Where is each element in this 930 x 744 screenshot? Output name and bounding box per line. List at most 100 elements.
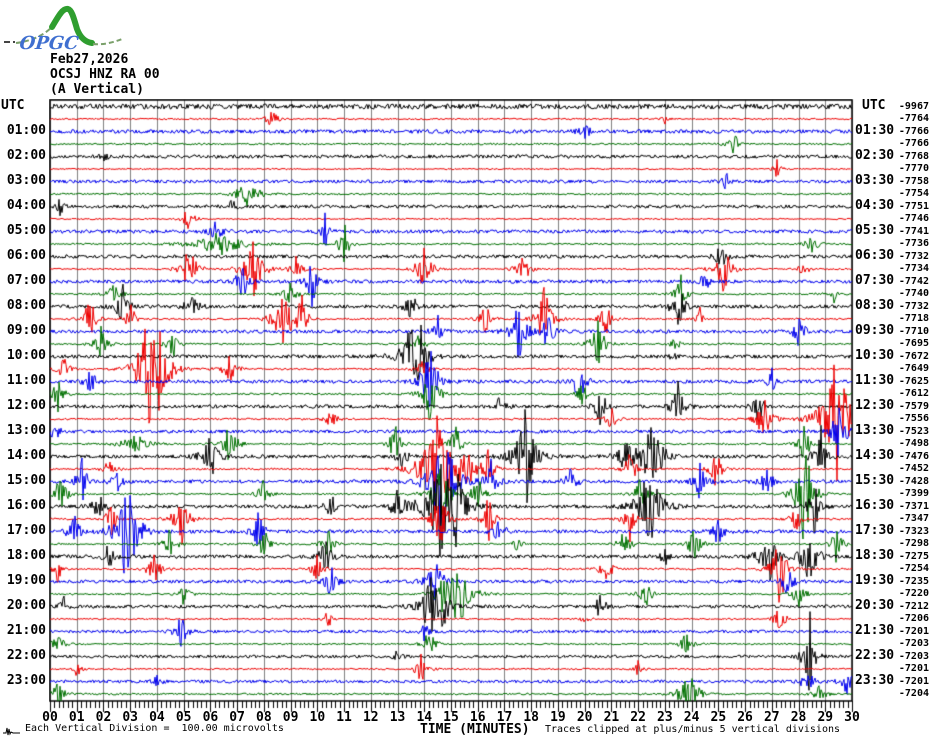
utc-label-left: UTC <box>1 97 25 113</box>
left-time-label: 21:00 <box>6 622 46 638</box>
right-time-label: 12:30 <box>855 397 895 413</box>
trace-bias-value: -7758 <box>898 175 929 187</box>
right-time-label: 14:30 <box>855 447 895 463</box>
header-station: OCSJ HNZ RA 00 <box>50 67 160 82</box>
trace-bias-value: -7734 <box>898 263 929 274</box>
trace-bias-value: -7201 <box>898 675 929 687</box>
header-date: Feb27,2026 <box>50 52 129 67</box>
right-time-label: 15:30 <box>855 472 895 488</box>
left-time-label: 12:00 <box>6 397 46 413</box>
trace-bias-value: -7695 <box>898 338 929 349</box>
trace-bias-value: -7347 <box>898 513 929 524</box>
x-axis-tick-label: 21 <box>603 710 620 725</box>
left-time-label: 15:00 <box>6 472 46 488</box>
trace-bias-value: -7672 <box>898 350 929 362</box>
x-axis-tick-label: 30 <box>844 710 860 725</box>
left-time-label: 23:00 <box>6 672 46 688</box>
helicorder-plot <box>49 99 855 715</box>
trace-bias-value: -7204 <box>898 688 929 699</box>
clip-note: Traces clipped at plus/minus 5 vertical … <box>545 724 841 735</box>
left-time-label: 09:00 <box>6 322 46 338</box>
right-time-label: 17:30 <box>855 522 895 538</box>
right-time-label: 01:30 <box>855 122 895 138</box>
x-axis-tick-label: 23 <box>657 710 673 725</box>
right-time-label: 16:30 <box>855 497 895 513</box>
logo-text: OPGC <box>19 33 81 54</box>
right-time-label: 18:30 <box>855 547 895 563</box>
trace-bias-value: -7476 <box>898 450 929 462</box>
trace-bias-value: -7768 <box>898 150 929 162</box>
trace-bias-value: -7212 <box>898 600 929 612</box>
right-time-label: 04:30 <box>855 197 895 213</box>
trace-bias-value: -7498 <box>898 438 929 449</box>
trace-bias-value: -7751 <box>898 200 929 212</box>
right-time-label: 21:30 <box>855 622 895 638</box>
trace-bias-value: -7399 <box>898 488 929 499</box>
trace-bias-value: -7625 <box>898 375 929 387</box>
right-time-label: 20:30 <box>855 597 895 613</box>
right-time-label: 23:30 <box>855 672 895 688</box>
x-axis-tick-label: 13 <box>389 710 406 725</box>
right-time-label: 10:30 <box>855 347 895 363</box>
x-axis-tick-label: 28 <box>790 710 807 725</box>
trace-bias-value: -7220 <box>898 588 929 599</box>
trace-bias-value: -7275 <box>898 550 929 562</box>
trace-bias-value: -7754 <box>898 188 929 199</box>
x-axis-title: TIME (MINUTES) <box>420 722 530 737</box>
left-time-label: 08:00 <box>6 297 46 313</box>
trace-bias-value: -7612 <box>898 388 929 399</box>
right-time-label: 19:30 <box>855 572 895 588</box>
trace-bias-value: -7523 <box>898 425 929 437</box>
left-time-label: 20:00 <box>6 597 46 613</box>
trace-bias-value: -7298 <box>898 538 929 549</box>
trace-bias-value: -7710 <box>898 325 929 337</box>
left-time-label: 01:00 <box>6 122 46 138</box>
trace-bias-value: -9967 <box>898 100 929 112</box>
right-time-label: 03:30 <box>855 172 895 188</box>
left-time-label: 04:00 <box>6 197 46 213</box>
utc-label-right: UTC <box>862 97 886 113</box>
right-time-label: 07:30 <box>855 272 895 288</box>
trace-bias-value: -7452 <box>898 463 929 474</box>
opgc-logo: OPGC <box>4 5 123 54</box>
vertical-division-note: Each Vertical Division = 100.00 microvol… <box>25 723 284 734</box>
left-time-label: 19:00 <box>6 572 46 588</box>
right-time-label: 09:30 <box>855 322 895 338</box>
right-time-label: 22:30 <box>855 647 895 663</box>
helicorder-page: OPGC Feb27,2026 OCSJ HNZ RA 00 (A Vertic… <box>0 0 930 744</box>
trace-bias-value: -7649 <box>898 363 929 374</box>
trace-bias-value: -7201 <box>898 663 929 674</box>
left-time-label: 05:00 <box>6 222 46 238</box>
right-time-label: 11:30 <box>855 372 895 388</box>
right-time-label: 06:30 <box>855 247 895 263</box>
left-time-label: 10:00 <box>6 347 46 363</box>
x-axis-tick-label: 27 <box>763 710 780 725</box>
x-axis-tick-label: 22 <box>630 710 646 725</box>
trace-bias-value: -7736 <box>898 238 929 249</box>
left-time-label: 16:00 <box>6 497 46 513</box>
right-time-label: 02:30 <box>855 147 895 163</box>
x-axis-tick-label: 24 <box>683 710 700 725</box>
left-time-label: 14:00 <box>6 447 46 463</box>
trace-bias-value: -7766 <box>898 125 929 137</box>
trace-bias-value: -7203 <box>898 638 929 649</box>
trace-bias-value: -7235 <box>898 575 929 587</box>
trace-bias-value: -7201 <box>898 625 929 637</box>
trace-bias-value: -7770 <box>898 163 929 174</box>
left-time-label: 11:00 <box>6 372 46 388</box>
trace-bias-value: -7742 <box>898 275 929 287</box>
left-time-label: 06:00 <box>6 247 46 263</box>
mini-trace-icon <box>3 727 20 736</box>
x-axis-tick-label: 29 <box>817 710 834 725</box>
left-time-label: 18:00 <box>6 547 46 563</box>
trace-bias-value: -7718 <box>898 313 929 324</box>
left-time-label: 02:00 <box>6 147 46 163</box>
trace-bias-value: -7254 <box>898 563 929 574</box>
header-component: (A Vertical) <box>50 82 144 97</box>
right-time-label: 08:30 <box>855 297 895 313</box>
right-time-label: 05:30 <box>855 222 895 238</box>
trace-bias-value: -7579 <box>898 400 929 412</box>
trace-bias-value: -7741 <box>898 225 929 237</box>
left-time-label: 13:00 <box>6 422 46 438</box>
x-axis-tick-label: 19 <box>550 710 566 725</box>
